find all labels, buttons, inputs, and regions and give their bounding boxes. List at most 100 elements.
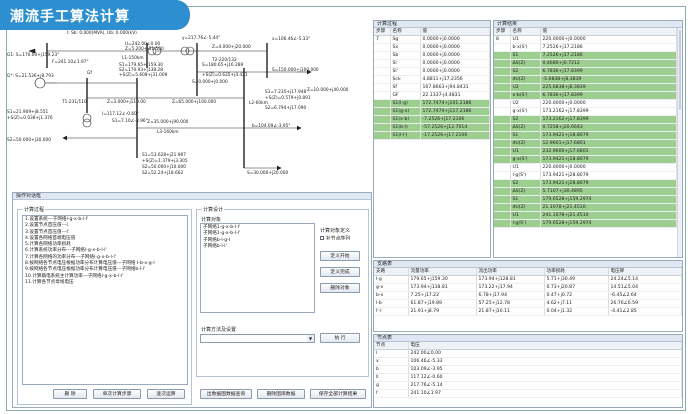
- table-row[interactable]: S1(l-l') -17.2526+j17.2106: [374, 131, 490, 140]
- cell-loss: 4.62+j7.11: [544, 299, 609, 308]
- diagram-label: Z=65.000+j100.000: [172, 100, 217, 105]
- table-row[interactable]: Sck 4.8811+j17.2356: [374, 75, 490, 84]
- steps-list[interactable]: 1.设置系统---于网络l-g-x-b-l-l' 2.设置节点首压值---l 3.设…: [22, 215, 188, 385]
- cell-value: 179.6528+j159.2974: [540, 219, 677, 228]
- cell-name: Sb: [390, 51, 421, 60]
- table-row[interactable]: GF 22.1337-j4.4831: [374, 91, 490, 100]
- col-drop[interactable]: 电压降: [608, 268, 682, 276]
- col-node[interactable]: 节点: [374, 342, 409, 350]
- table-row[interactable]: S1 173.9421+j18.8079: [494, 131, 677, 140]
- table-row[interactable]: S2 6.7836+j17.8399: [494, 67, 677, 76]
- cell-step: [494, 203, 511, 212]
- table-row[interactable]: l-g(S') 179.6528+j159.2974: [494, 219, 677, 228]
- col-voltage[interactable]: 电压: [408, 342, 682, 350]
- table-row[interactable]: 8 U1 220.0000+j0.0000: [494, 35, 677, 44]
- cell-inflow: 21.91+j8.79: [408, 307, 477, 316]
- table-row[interactable]: l-b 61.87+j19.89 57.25+j12.78 4.62+j7.11 26.…: [374, 299, 682, 308]
- table-row[interactable]: x 106.46∠-5.33: [374, 357, 682, 366]
- table-row[interactable]: S1(b-l) -57.2526+j12.7014: [374, 123, 490, 132]
- run-all-button[interactable]: 逐次运算: [147, 389, 185, 399]
- col-inflow[interactable]: 流量功率: [408, 268, 477, 276]
- table-row[interactable]: dU(Z) 21.1078+j21.4510: [494, 203, 677, 212]
- node-table-pane: 节点表 节点 电压 l 242.00∠0.00 x 106.46∠-5.33 b 103.…: [373, 334, 683, 408]
- cell-name: U2: [510, 83, 541, 92]
- table-row[interactable]: U1 241.1078+j21.4510: [494, 211, 677, 220]
- table-row[interactable]: b 103.09∠-3.95: [374, 365, 682, 374]
- cell-name: S1(b-l): [390, 123, 421, 132]
- table-row[interactable]: b-x(S') 7.2526+j17.2186: [494, 43, 677, 52]
- page-title: 潮流手工算法计算: [10, 9, 130, 25]
- table-row[interactable]: S1 179.6528+j159.2974: [494, 195, 677, 204]
- cell-value: 172.7474+j117.2186: [420, 107, 490, 116]
- cell-value: 22.1337-j4.4831: [420, 91, 490, 100]
- col-step[interactable]: 步骤: [374, 28, 391, 36]
- cell-value: 173.9421+j28.8079: [540, 179, 677, 188]
- execute-button[interactable]: 执 行: [320, 333, 360, 343]
- delete-graph-data-button[interactable]: 删除图库数据: [257, 389, 305, 399]
- checkbox-label: 补节点序列: [326, 236, 350, 242]
- step-list-item[interactable]: 11.计算各节点母线电压: [25, 280, 185, 286]
- table-row[interactable]: U2 225.6838+j8.3839: [494, 83, 677, 92]
- table-row[interactable]: S2 173.2162+j17.8399: [494, 115, 677, 124]
- delete-button[interactable]: 删 除: [53, 389, 87, 399]
- col-value[interactable]: 值: [420, 28, 490, 36]
- table-row[interactable]: l-g(S') 173.9421+j28.8079: [494, 171, 677, 180]
- table-row[interactable]: S2 173.9421+j28.8079: [494, 179, 677, 188]
- col-value[interactable]: 值: [540, 28, 677, 36]
- table-row[interactable]: ΔS(Z) 0.4680+j0.7212: [494, 59, 677, 68]
- table-row[interactable]: l-g 179.65+j159.30 173.94+j128.81 5.71+j30.…: [374, 275, 682, 284]
- cell-value: 7.2526+j17.2186: [540, 43, 677, 52]
- table-row[interactable]: g 217.76∠-5.14: [374, 381, 682, 390]
- table-row[interactable]: dU(Z) 12.9601+j17.6801: [494, 139, 677, 148]
- delete-object-button[interactable]: 删除对象: [320, 283, 360, 293]
- table-row[interactable]: 7 Sg 0.0000+j0.0000: [374, 35, 490, 44]
- table-row[interactable]: ΔS(Z) 0.7258+j20.6643: [494, 123, 677, 132]
- col-name[interactable]: 名称: [510, 28, 541, 36]
- query-data-button[interactable]: 出数据图数据查询: [200, 389, 252, 399]
- cell-voltage: 242.00∠0.00: [408, 349, 682, 358]
- table-row[interactable]: Sf 167.8663+j94.8431: [374, 83, 490, 92]
- object-list-item[interactable]: 子网络b-l-l': [203, 244, 312, 250]
- col-outflow[interactable]: 流出功率: [476, 268, 545, 276]
- single-step-button[interactable]: 单次计算步骤: [93, 389, 141, 399]
- diagram-label: S2=50.000+j30.000: [7, 138, 51, 143]
- col-branch[interactable]: 支路: [374, 268, 409, 276]
- diagram-label: L3-160km: [157, 130, 179, 135]
- col-step[interactable]: 步骤: [494, 28, 511, 36]
- object-list[interactable]: 子网络1-g-x-b-l-l' 子网络1-g-x-b-l-l' 子网络b-l-g-l…: [200, 223, 315, 313]
- col-loss[interactable]: 功率损耗: [544, 268, 609, 276]
- table-row[interactable]: dU(Z) -5.6838+j8.3839: [494, 75, 677, 84]
- table-row[interactable]: ll 117.12∠-0.60: [374, 373, 682, 382]
- method-select[interactable]: ▼: [200, 334, 315, 343]
- table-row[interactable]: S1(g-x) 172.7474+j117.2186: [374, 107, 490, 116]
- table-row[interactable]: g-x(S') 173.2162+j17.8399: [494, 107, 677, 116]
- table-row[interactable]: S1(l-g) 172.7474+j101.2186: [374, 99, 490, 108]
- node-seq-checkbox[interactable]: 补节点序列: [320, 236, 350, 243]
- table-row[interactable]: Sl 0.0000+j0.0000: [374, 59, 490, 68]
- table-row[interactable]: l'-l 21.91+j8.79 21.87+j10.11 0.04+j1.32 -4.…: [374, 307, 682, 316]
- col-name[interactable]: 名称: [390, 28, 421, 36]
- calc-process-pane: 计算过程 步骤 名称 值 7 Sg 0.0000+j0.0000 Sx 0.0000+j…: [373, 20, 491, 258]
- table-row[interactable]: b-x 7.25+j17.22 6.78+j17.94 0.47+j0.72 -6.45…: [374, 291, 682, 300]
- table-row[interactable]: U2 220.0000+j0.0000: [494, 99, 677, 108]
- table-row[interactable]: l' 241.10∠1.97: [374, 389, 682, 398]
- table-row[interactable]: S1 7.2526+j17.2186: [494, 51, 677, 60]
- table-row[interactable]: S1(x-b) -7.2526+j17.2106: [374, 115, 490, 124]
- table-row[interactable]: g-x 173.94+j138.81 173.22+j17.94 0.73+j20.8…: [374, 283, 682, 292]
- table-row[interactable]: ΔS(Z) 5.7107+j30.4895: [494, 187, 677, 196]
- define-start-button[interactable]: 定义开始: [320, 251, 360, 261]
- custom-object-label: 计算对象定义: [320, 228, 351, 234]
- result-scrollbar[interactable]: [677, 28, 682, 257]
- table-row[interactable]: U1 220.0000+j0.0000: [494, 163, 677, 172]
- save-results-button[interactable]: 保存全部计算结果: [310, 389, 366, 399]
- table-row[interactable]: l 242.00∠0.00: [374, 349, 682, 358]
- table-row[interactable]: Sb 0.0000+j0.0000: [374, 51, 490, 60]
- cell-name: dU(Z): [510, 75, 541, 84]
- define-finish-button[interactable]: 定义完成: [320, 267, 360, 277]
- table-row[interactable]: Sx 0.0000+j0.0000: [374, 43, 490, 52]
- table-row[interactable]: g-x(S') 173.9421+j18.8079: [494, 155, 677, 164]
- table-row[interactable]: U1 232.9600+j17.6801: [494, 147, 677, 156]
- table-row[interactable]: Sl' 0.0000+j0.0000: [374, 67, 490, 76]
- table-row[interactable]: x-b(S') 6.7836+j17.8399: [494, 91, 677, 100]
- cell-value: 0.0000+j0.0000: [420, 59, 490, 68]
